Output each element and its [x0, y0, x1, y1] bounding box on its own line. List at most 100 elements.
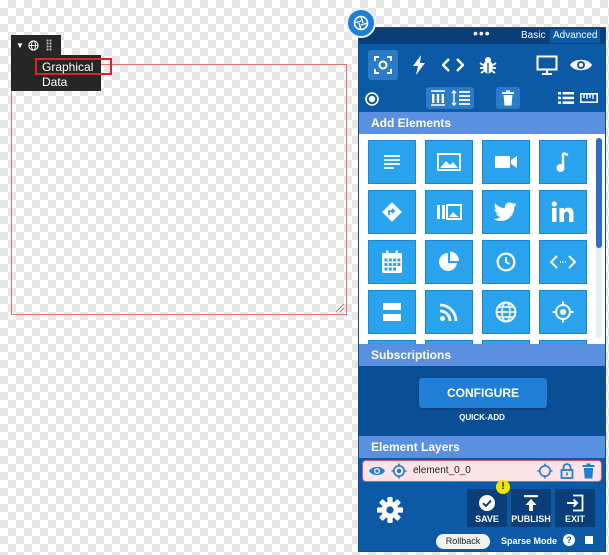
video-element-tile[interactable]: [482, 140, 530, 184]
save-button[interactable]: SAVE: [467, 489, 507, 527]
device-preview-button[interactable]: [533, 52, 561, 78]
gallery-element-tile[interactable]: [425, 190, 473, 234]
exit-icon: [567, 494, 584, 512]
aperture-icon: [353, 15, 369, 31]
scrollbar-thumb[interactable]: [596, 138, 602, 248]
divider-element-tile[interactable]: [368, 290, 416, 334]
drag-grip-icon[interactable]: [45, 39, 52, 51]
twitter-icon: [494, 202, 517, 222]
configure-button[interactable]: CONFIGURE: [419, 378, 547, 408]
eye-icon[interactable]: [368, 465, 386, 477]
video-icon: [495, 156, 517, 168]
element-grid: [368, 140, 587, 344]
mode-basic-tab[interactable]: Basic: [521, 30, 545, 41]
text-icon: [384, 155, 400, 169]
delete-element-button[interactable]: [496, 87, 520, 109]
list-icon: [558, 92, 574, 104]
sparse-mode-label: Sparse Mode: [501, 536, 558, 546]
ruler-button[interactable]: [579, 90, 599, 106]
partial-tile-4[interactable]: [539, 340, 587, 344]
app-logo-badge[interactable]: [346, 8, 376, 38]
editor-panel: ••• Basic Advanced Add Elements Subscrip…: [358, 25, 606, 552]
eye-icon: [570, 59, 592, 71]
text-element-tile[interactable]: [368, 140, 416, 184]
mode-bar: ••• Basic Advanced: [359, 25, 605, 44]
secondary-toolbar: [359, 84, 605, 112]
element-label: Graphical Data: [11, 55, 112, 91]
linkedin-element-tile[interactable]: [539, 190, 587, 234]
add-elements-header[interactable]: Add Elements: [359, 112, 605, 134]
element-toolbar[interactable]: ▼: [11, 35, 61, 55]
gallery-icon: [437, 204, 462, 220]
list-indent-icon: [451, 90, 470, 106]
directions-element-tile[interactable]: [368, 190, 416, 234]
help-icon[interactable]: ?: [563, 534, 575, 546]
caret-down-icon[interactable]: ▼: [16, 41, 24, 50]
trash-icon[interactable]: [582, 463, 595, 479]
bug-icon: [479, 57, 497, 74]
music-icon: [556, 151, 569, 172]
settings-gear-icon[interactable]: [376, 496, 404, 524]
columns-icon: [431, 90, 445, 106]
calendar-element-tile[interactable]: [368, 240, 416, 284]
layer-row[interactable]: element_0_0: [362, 460, 602, 482]
panel-footer: ! SAVE PUBLISH EXIT Rollback Sparse Mode…: [359, 480, 605, 552]
more-menu[interactable]: •••: [473, 25, 491, 41]
chart-element-tile[interactable]: [425, 240, 473, 284]
actions-button[interactable]: [406, 52, 432, 78]
globe-icon: [495, 301, 517, 323]
image-icon: [437, 153, 461, 171]
embed-element-tile[interactable]: [539, 240, 587, 284]
pie-chart-icon: [439, 251, 459, 271]
calendar-icon: [382, 250, 402, 273]
upload-icon: [524, 495, 538, 511]
crosshair-icon: [552, 301, 574, 323]
layer-name[interactable]: element_0_0: [413, 465, 471, 476]
code-button[interactable]: [439, 52, 467, 78]
radio-toggle[interactable]: [364, 91, 380, 107]
save-label: SAVE: [475, 514, 499, 524]
image-element-tile[interactable]: [425, 140, 473, 184]
sparse-mode-checkbox[interactable]: [585, 536, 593, 544]
check-circle-icon: [479, 495, 495, 511]
quick-add-label: QUICK-ADD: [459, 413, 505, 422]
preview-button[interactable]: [566, 52, 596, 78]
rollback-button[interactable]: Rollback: [436, 534, 490, 549]
partial-tile-3[interactable]: [482, 340, 530, 344]
publish-button[interactable]: PUBLISH: [511, 489, 551, 527]
add-elements-scrollbar[interactable]: [596, 138, 602, 338]
bolt-icon: [413, 55, 425, 75]
embed-code-icon: [550, 255, 576, 269]
list-view-button[interactable]: [557, 90, 575, 106]
location-element-tile[interactable]: [539, 290, 587, 334]
crosshair-icon[interactable]: [391, 463, 407, 479]
graphical-data-element[interactable]: [11, 64, 347, 315]
divider-icon: [383, 303, 401, 321]
clock-icon: [496, 252, 516, 272]
globe-element-tile[interactable]: [482, 290, 530, 334]
debug-button[interactable]: [475, 52, 501, 78]
direction-icon: [382, 202, 402, 222]
partial-tile-1[interactable]: [368, 340, 416, 344]
top-toolbar: [359, 44, 605, 84]
audio-element-tile[interactable]: [539, 140, 587, 184]
partial-tile-2[interactable]: [425, 340, 473, 344]
rss-element-tile[interactable]: [425, 290, 473, 334]
clock-element-tile[interactable]: [482, 240, 530, 284]
element-layers-header[interactable]: Element Layers: [359, 436, 605, 458]
mode-advanced-tab[interactable]: Advanced: [550, 29, 601, 43]
locate-icon[interactable]: [537, 463, 553, 479]
radio-icon: [365, 92, 379, 106]
target-icon: [374, 56, 392, 74]
twitter-element-tile[interactable]: [482, 190, 530, 234]
lock-icon[interactable]: [560, 463, 574, 479]
subscriptions-header[interactable]: Subscriptions: [359, 344, 605, 366]
linkedin-icon: [551, 201, 574, 222]
element-label-line2: Data: [42, 75, 68, 89]
ruler-icon: [580, 93, 598, 103]
exit-button[interactable]: EXIT: [555, 489, 595, 527]
layout-tools-group[interactable]: [426, 87, 474, 109]
select-tool-button[interactable]: [368, 50, 398, 80]
resize-handle[interactable]: [336, 304, 344, 312]
globe-icon[interactable]: [28, 39, 39, 51]
